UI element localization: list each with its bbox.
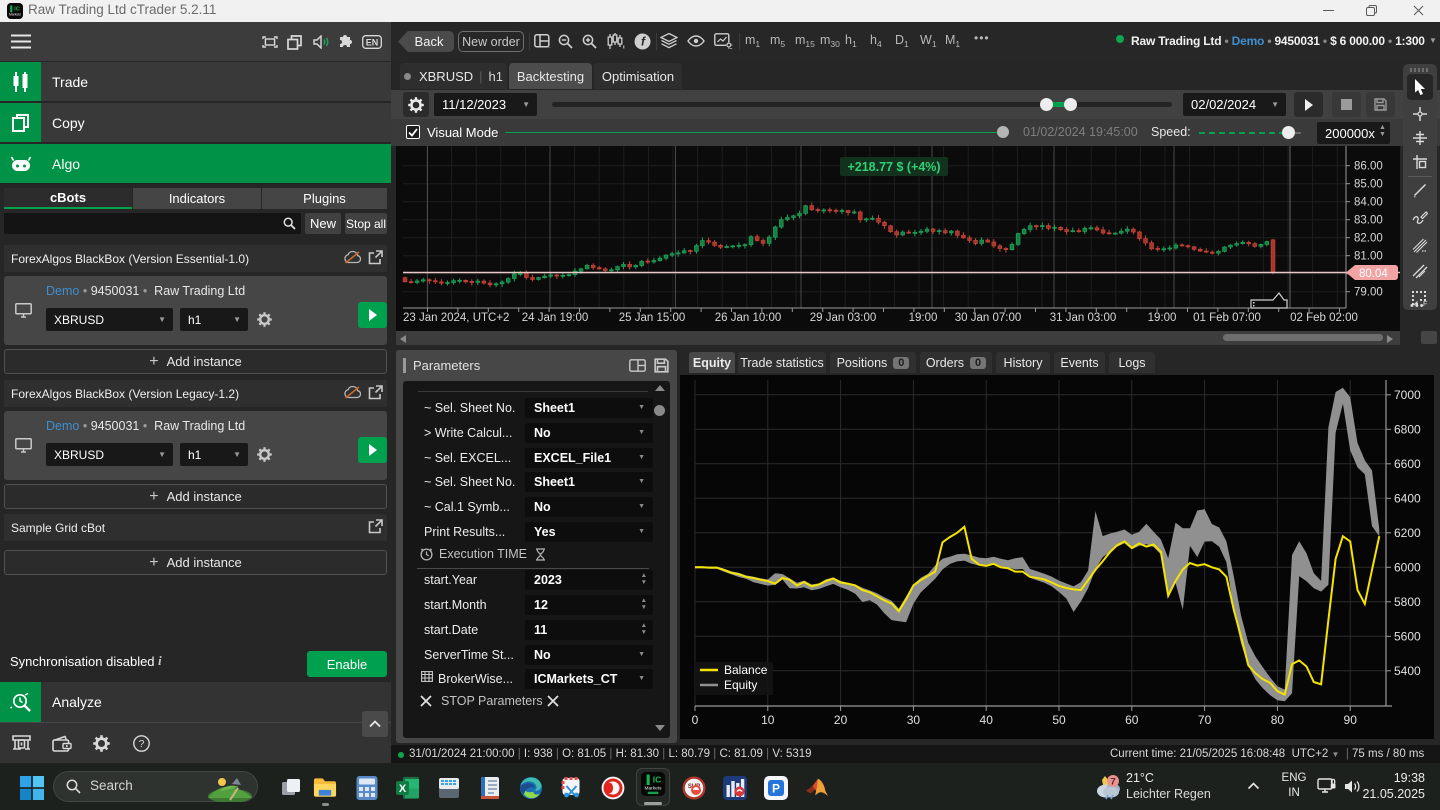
svg-text:31 Jan 03:00: 31 Jan 03:00 [1050, 312, 1117, 324]
svg-text:80: 80 [1271, 713, 1285, 727]
svg-text:30: 30 [907, 713, 921, 727]
svg-text:P: P [772, 782, 780, 796]
svg-text:60: 60 [1125, 713, 1139, 727]
svg-text:25 Jan 15:00: 25 Jan 15:00 [619, 312, 686, 324]
svg-text:5600: 5600 [1394, 629, 1421, 643]
svg-text:Back: Back [415, 34, 444, 49]
svg-text:82.00: 82.00 [1354, 233, 1383, 245]
svg-text:23 Jan 2024, UTC+2: 23 Jan 2024, UTC+2 [403, 312, 509, 324]
svg-text:6200: 6200 [1394, 526, 1421, 540]
svg-text:90: 90 [1344, 713, 1358, 727]
svg-text:Equity: Equity [724, 678, 757, 692]
svg-text:79.00: 79.00 [1354, 287, 1383, 299]
svg-text:30 Jan 07:00: 30 Jan 07:00 [955, 312, 1022, 324]
svg-text:80.04: 80.04 [1359, 268, 1388, 280]
svg-text:EN: EN [366, 37, 379, 47]
svg-text:19:00: 19:00 [1148, 312, 1177, 324]
svg-text:6800: 6800 [1394, 422, 1421, 436]
svg-text:+218.77 $ (+4%): +218.77 $ (+4%) [847, 160, 940, 174]
svg-text:6400: 6400 [1394, 491, 1421, 505]
svg-text:29 Jan 03:00: 29 Jan 03:00 [810, 312, 877, 324]
svg-text:5800: 5800 [1394, 595, 1421, 609]
svg-text:19:00: 19:00 [909, 312, 938, 324]
svg-text:X: X [399, 783, 407, 795]
svg-text:Markets: Markets [644, 785, 662, 791]
svg-text:Balance: Balance [724, 663, 768, 677]
svg-text:0: 0 [692, 713, 699, 727]
svg-text:24 Jan 19:00: 24 Jan 19:00 [522, 312, 589, 324]
svg-text:6600: 6600 [1394, 457, 1421, 471]
svg-text:84.00: 84.00 [1354, 197, 1383, 209]
svg-text:02 Feb 02:00: 02 Feb 02:00 [1290, 312, 1358, 324]
svg-text:5400: 5400 [1394, 664, 1421, 678]
svg-text:83.00: 83.00 [1354, 215, 1383, 227]
svg-text:86.00: 86.00 [1354, 161, 1383, 173]
svg-text:85.00: 85.00 [1354, 179, 1383, 191]
svg-text:▌IC: ▌IC [10, 5, 20, 13]
svg-text:▌IC: ▌IC [647, 775, 662, 786]
svg-text:7000: 7000 [1394, 388, 1421, 402]
svg-text:6000: 6000 [1394, 560, 1421, 574]
svg-text:50: 50 [1052, 713, 1066, 727]
svg-text:7: 7 [1110, 777, 1115, 788]
svg-text:81.00: 81.00 [1354, 251, 1383, 263]
svg-text:?: ? [139, 738, 145, 750]
svg-text:10: 10 [761, 713, 775, 727]
svg-text:70: 70 [1198, 713, 1212, 727]
svg-text:40: 40 [980, 713, 994, 727]
svg-text:01 Feb 07:00: 01 Feb 07:00 [1193, 312, 1261, 324]
svg-text:20: 20 [834, 713, 848, 727]
svg-text:Markets: Markets [9, 13, 21, 17]
svg-text:26 Jan 10:00: 26 Jan 10:00 [715, 312, 782, 324]
